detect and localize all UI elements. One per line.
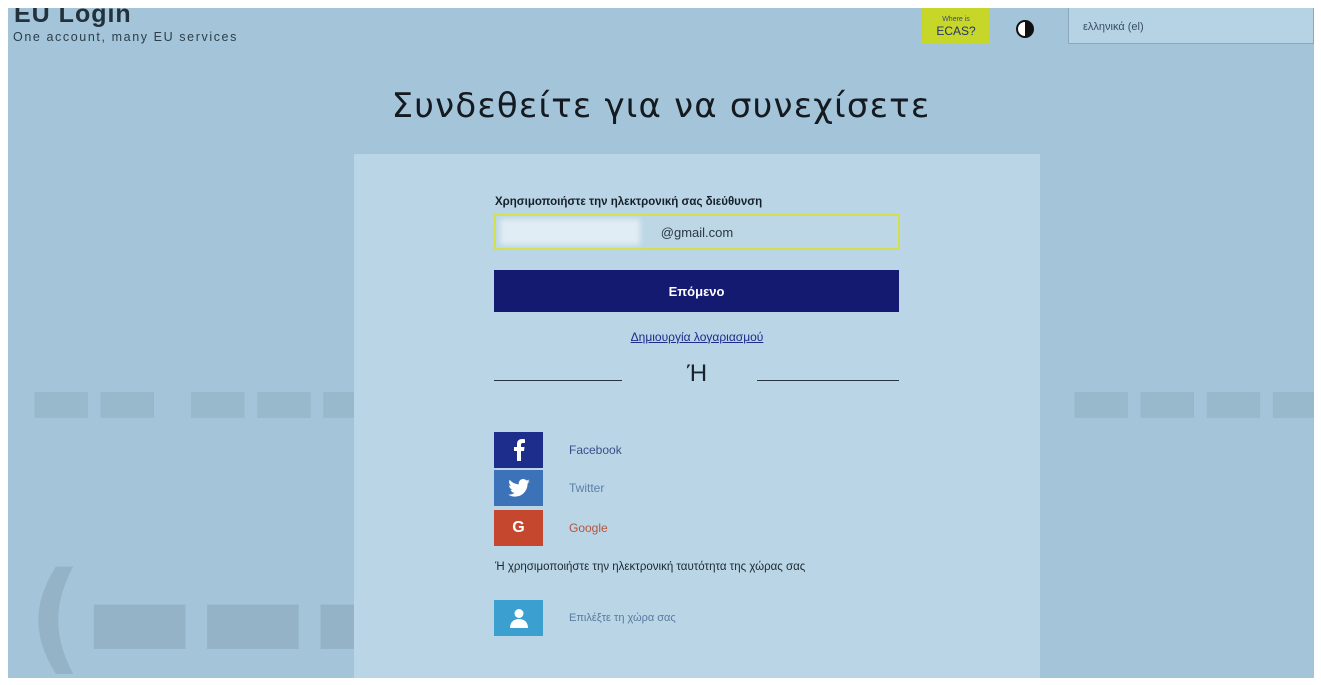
- google-icon: G: [494, 510, 543, 546]
- contrast-toggle-icon[interactable]: [1016, 20, 1034, 38]
- screen: ▬▬ ▬▬▬▬ ▬▬▬▬ ▬▬▬▬ ▬▬ (▬▬▬▬) EU Login One…: [8, 8, 1314, 678]
- page-title: Συνδεθείτε για να συνεχίσετε: [391, 86, 931, 126]
- twitter-login-button[interactable]: Twitter: [494, 470, 794, 506]
- or-divider: Ή: [686, 360, 708, 387]
- redacted-email-region: [500, 219, 640, 245]
- divider-line-right: [757, 380, 899, 381]
- facebook-label: Facebook: [569, 443, 622, 457]
- where-is-ecas-button[interactable]: Where is ECAS?: [922, 8, 990, 44]
- twitter-label: Twitter: [569, 481, 605, 495]
- facebook-icon: [494, 432, 543, 468]
- choose-country-button[interactable]: Επιλέξτε τη χώρα σας: [494, 600, 794, 636]
- ecas-label: ECAS?: [936, 23, 976, 38]
- background-watermark: ▬▬▬▬ ▬▬: [1068, 358, 1314, 440]
- logo-subtitle: One account, many EU services: [13, 30, 238, 44]
- google-login-button[interactable]: G Google: [494, 510, 794, 546]
- twitter-icon: [494, 470, 543, 506]
- national-eid-text: Ή χρησιμοποιήστε την ηλεκτρονική ταυτότη…: [495, 561, 806, 573]
- email-label: Χρησιμοποιήστε την ηλεκτρονική σας διεύθ…: [495, 196, 763, 208]
- choose-country-label: Επιλέξτε τη χώρα σας: [569, 612, 676, 624]
- language-selector[interactable]: ελληνικά (el): [1068, 8, 1314, 44]
- logo-title: EU Login: [14, 8, 132, 28]
- create-account-link[interactable]: Δημιουργία λογαριασμού: [354, 330, 1040, 344]
- login-card: Χρησιμοποιήστε την ηλεκτρονική σας διεύθ…: [354, 154, 1040, 678]
- facebook-login-button[interactable]: Facebook: [494, 432, 794, 468]
- next-button[interactable]: Επόμενο: [494, 270, 899, 312]
- person-icon: [494, 600, 543, 636]
- google-label: Google: [569, 521, 608, 535]
- ecas-small-label: Where is: [942, 15, 970, 23]
